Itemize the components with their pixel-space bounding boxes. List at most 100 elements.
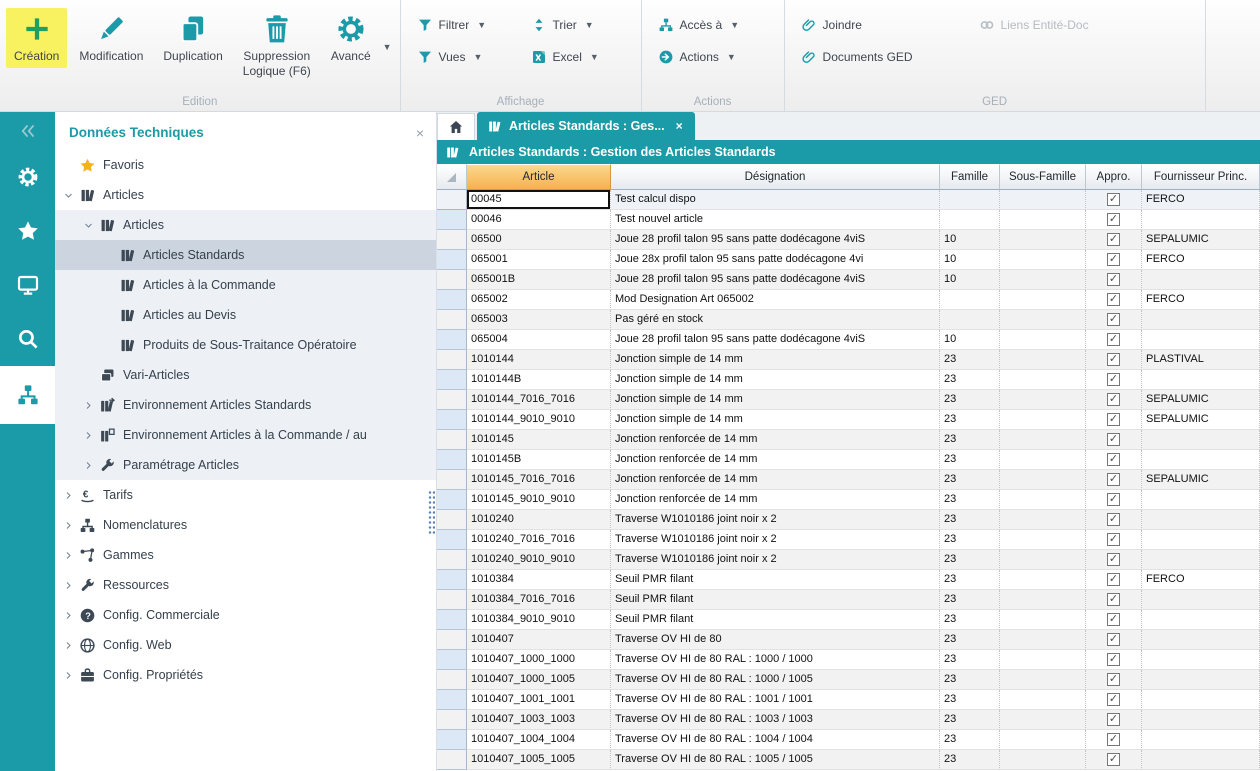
cell-article[interactable]: 1010407_1003_1003: [467, 710, 611, 730]
table-row[interactable]: 065001Joue 28x profil talon 95 sans patt…: [437, 250, 1260, 270]
cell-famille[interactable]: [940, 310, 1000, 330]
cell-sous-famille[interactable]: [1000, 410, 1086, 430]
ribbon-button-trier[interactable]: Trier▼: [531, 14, 627, 36]
cell-article[interactable]: 1010144_9010_9010: [467, 410, 611, 430]
tree-item-vari-articles[interactable]: Vari-Articles: [55, 360, 436, 390]
cell-famille[interactable]: 23: [940, 650, 1000, 670]
cell-appro[interactable]: ✓: [1086, 590, 1142, 610]
cell-fournisseur[interactable]: [1142, 690, 1260, 710]
cell-fournisseur[interactable]: [1142, 610, 1260, 630]
cell-fournisseur[interactable]: SEPALUMIC: [1142, 390, 1260, 410]
sidebar-item-technical-data[interactable]: [0, 366, 55, 424]
cell-sous-famille[interactable]: [1000, 470, 1086, 490]
cell-appro[interactable]: ✓: [1086, 450, 1142, 470]
table-row[interactable]: 1010384Seuil PMR filant23✓FERCO: [437, 570, 1260, 590]
checkbox-appro[interactable]: ✓: [1107, 673, 1120, 686]
cell-fournisseur[interactable]: PLASTIVAL: [1142, 350, 1260, 370]
checkbox-appro[interactable]: ✓: [1107, 633, 1120, 646]
cell-article[interactable]: 1010384: [467, 570, 611, 590]
cell-famille[interactable]: 10: [940, 250, 1000, 270]
cell-appro[interactable]: ✓: [1086, 650, 1142, 670]
chevron-down-icon[interactable]: [81, 218, 95, 232]
table-row[interactable]: 1010240Traverse W1010186 joint noir x 22…: [437, 510, 1260, 530]
cell-appro[interactable]: ✓: [1086, 610, 1142, 630]
cell-article[interactable]: 065001: [467, 250, 611, 270]
column-header-famille[interactable]: Famille: [940, 164, 1000, 190]
table-row[interactable]: 1010407_1005_1005Traverse OV HI de 80 RA…: [437, 750, 1260, 770]
tree-item-produits-de-sous-traitance-op-ratoire[interactable]: Produits de Sous-Traitance Opératoire: [55, 330, 436, 360]
cell-fournisseur[interactable]: [1142, 710, 1260, 730]
chevron-right-icon[interactable]: [61, 578, 75, 592]
cell-designation[interactable]: Jonction renforcée de 14 mm: [611, 470, 940, 490]
cell-appro[interactable]: ✓: [1086, 510, 1142, 530]
cell-famille[interactable]: 10: [940, 330, 1000, 350]
row-indicator[interactable]: [437, 250, 467, 270]
cell-designation[interactable]: Traverse OV HI de 80 RAL : 1001 / 1001: [611, 690, 940, 710]
checkbox-appro[interactable]: ✓: [1107, 253, 1120, 266]
row-indicator[interactable]: [437, 550, 467, 570]
row-indicator[interactable]: [437, 290, 467, 310]
tree-item-articles-la-commande[interactable]: Articles à la Commande: [55, 270, 436, 300]
checkbox-appro[interactable]: ✓: [1107, 533, 1120, 546]
cell-appro[interactable]: ✓: [1086, 750, 1142, 770]
cell-sous-famille[interactable]: [1000, 610, 1086, 630]
cell-designation[interactable]: Test nouvel article: [611, 210, 940, 230]
cell-article[interactable]: 065001B: [467, 270, 611, 290]
cell-fournisseur[interactable]: [1142, 310, 1260, 330]
cell-designation[interactable]: Traverse W1010186 joint noir x 2: [611, 530, 940, 550]
cell-famille[interactable]: 10: [940, 230, 1000, 250]
cell-appro[interactable]: ✓: [1086, 250, 1142, 270]
tree-item-articles-au-devis[interactable]: Articles au Devis: [55, 300, 436, 330]
cell-sous-famille[interactable]: [1000, 750, 1086, 770]
checkbox-appro[interactable]: ✓: [1107, 593, 1120, 606]
row-indicator[interactable]: [437, 470, 467, 490]
cell-famille[interactable]: 23: [940, 530, 1000, 550]
checkbox-appro[interactable]: ✓: [1107, 753, 1120, 766]
cell-sous-famille[interactable]: [1000, 390, 1086, 410]
cell-sous-famille[interactable]: [1000, 250, 1086, 270]
table-row[interactable]: 00045Test calcul dispo✓FERCO: [437, 190, 1260, 210]
checkbox-appro[interactable]: ✓: [1107, 613, 1120, 626]
ribbon-button-duplication[interactable]: Duplication: [155, 8, 230, 68]
cell-designation[interactable]: Jonction simple de 14 mm: [611, 370, 940, 390]
cell-fournisseur[interactable]: [1142, 590, 1260, 610]
chevron-right-icon[interactable]: [81, 458, 95, 472]
cell-designation[interactable]: Traverse OV HI de 80 RAL : 1005 / 1005: [611, 750, 940, 770]
cell-appro[interactable]: ✓: [1086, 330, 1142, 350]
checkbox-appro[interactable]: ✓: [1107, 433, 1120, 446]
cell-sous-famille[interactable]: [1000, 710, 1086, 730]
row-indicator[interactable]: [437, 270, 467, 290]
row-indicator[interactable]: [437, 570, 467, 590]
tree-item-articles[interactable]: Articles: [55, 210, 436, 240]
tree-item-articles-standards[interactable]: Articles Standards: [55, 240, 436, 270]
table-row[interactable]: 065003Pas géré en stock✓: [437, 310, 1260, 330]
ribbon-button-modification[interactable]: Modification: [71, 8, 151, 68]
row-indicator[interactable]: [437, 530, 467, 550]
table-row[interactable]: 1010145_9010_9010Jonction renforcée de 1…: [437, 490, 1260, 510]
chevron-down-icon[interactable]: ▼: [727, 52, 736, 62]
sidebar-item-collapse-panel[interactable]: [0, 112, 55, 150]
row-indicator[interactable]: [437, 430, 467, 450]
cell-sous-famille[interactable]: [1000, 510, 1086, 530]
cell-fournisseur[interactable]: SEPALUMIC: [1142, 230, 1260, 250]
cell-article[interactable]: 06500: [467, 230, 611, 250]
table-row[interactable]: 1010407_1000_1005Traverse OV HI de 80 RA…: [437, 670, 1260, 690]
sidebar-item-favorites[interactable]: [0, 204, 55, 258]
cell-designation[interactable]: Jonction renforcée de 14 mm: [611, 490, 940, 510]
cell-famille[interactable]: 23: [940, 610, 1000, 630]
row-indicator[interactable]: [437, 370, 467, 390]
table-row[interactable]: 1010407_1004_1004Traverse OV HI de 80 RA…: [437, 730, 1260, 750]
cell-sous-famille[interactable]: [1000, 490, 1086, 510]
table-row[interactable]: 1010144_9010_9010Jonction simple de 14 m…: [437, 410, 1260, 430]
cell-appro[interactable]: ✓: [1086, 430, 1142, 450]
cell-designation[interactable]: Jonction simple de 14 mm: [611, 350, 940, 370]
table-row[interactable]: 1010407Traverse OV HI de 8023✓: [437, 630, 1260, 650]
cell-appro[interactable]: ✓: [1086, 410, 1142, 430]
checkbox-appro[interactable]: ✓: [1107, 193, 1120, 206]
cell-appro[interactable]: ✓: [1086, 370, 1142, 390]
cell-article[interactable]: 1010407_1000_1005: [467, 670, 611, 690]
cell-appro[interactable]: ✓: [1086, 570, 1142, 590]
cell-famille[interactable]: 23: [940, 390, 1000, 410]
cell-appro[interactable]: ✓: [1086, 210, 1142, 230]
cell-designation[interactable]: Joue 28 profil talon 95 sans patte dodéc…: [611, 270, 940, 290]
